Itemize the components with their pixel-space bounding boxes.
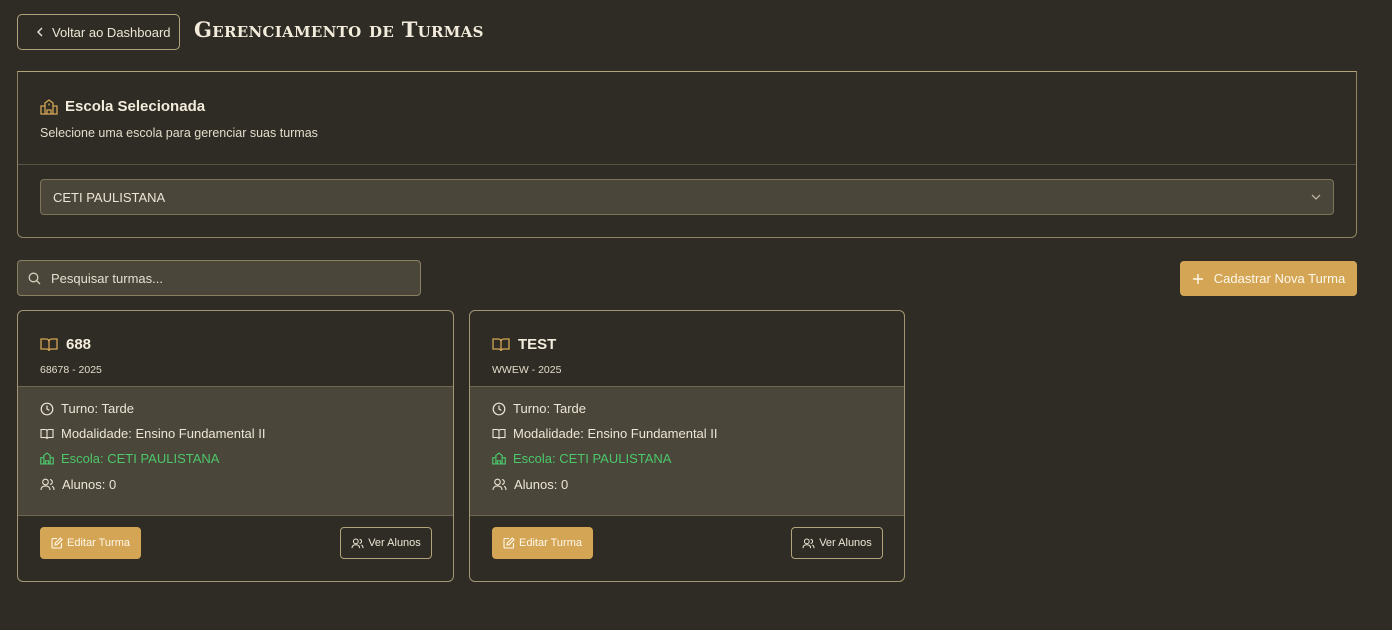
class-students-text: Alunos: 0 [62,477,117,492]
class-details: Turno: Tarde Modalidade: Ensino Fundamen… [470,386,904,516]
search-field[interactable] [17,260,421,296]
clock-icon [40,402,54,416]
plus-icon [1192,273,1204,285]
users-icon [492,478,507,491]
edit-class-label: Editar Turma [519,537,582,549]
page-title: Gerenciamento de Turmas [194,17,484,42]
school-icon [40,98,58,115]
users-icon [351,538,364,549]
view-students-label: Ver Alunos [368,537,421,549]
class-students-text: Alunos: 0 [514,477,569,492]
class-modality-text: Modalidade: Ensino Fundamental II [513,426,718,441]
edit-class-button[interactable]: Editar Turma [40,527,141,559]
clock-icon [492,402,506,416]
add-class-button[interactable]: Cadastrar Nova Turma [1180,261,1357,296]
users-icon [40,478,55,491]
book-icon [40,428,54,440]
class-code: 68678 - 2025 [40,364,102,376]
school-selection-card: Escola Selecionada Selecione uma escola … [17,71,1357,238]
class-name: 688 [66,336,92,353]
class-card-header: 688 68678 - 2025 [18,311,453,386]
class-students: Alunos: 0 [40,477,116,492]
class-shift: Turno: Tarde [492,401,586,416]
class-shift: Turno: Tarde [40,401,134,416]
school-select[interactable]: CETI PAULISTANA [40,179,1334,215]
back-to-dashboard-button[interactable]: Voltar ao Dashboard [17,14,180,50]
class-school: Escola: CETI PAULISTANA [492,451,671,466]
view-students-button[interactable]: Ver Alunos [340,527,432,559]
class-modality: Modalidade: Ensino Fundamental II [40,426,266,441]
school-icon [492,452,506,465]
school-select-value: CETI PAULISTANA [53,189,166,205]
chevron-down-icon [1311,193,1321,201]
search-icon [28,272,41,285]
edit-class-button[interactable]: Editar Turma [492,527,593,559]
class-shift-text: Turno: Tarde [61,401,134,416]
view-students-label: Ver Alunos [819,537,872,549]
class-school-text: Escola: CETI PAULISTANA [513,451,672,466]
class-school: Escola: CETI PAULISTANA [40,451,219,466]
class-name: TEST [518,336,557,353]
chevron-left-icon [36,27,44,37]
users-icon [802,538,815,549]
divider [18,164,1356,165]
class-card-header: TEST WWEW - 2025 [470,311,904,386]
add-class-label: Cadastrar Nova Turma [1213,271,1346,286]
class-card: TEST WWEW - 2025 Turno: Tarde Modalidade… [469,310,905,582]
class-card: 688 68678 - 2025 Turno: Tarde Modalidade… [17,310,454,582]
class-code: WWEW - 2025 [492,364,562,376]
class-modality-text: Modalidade: Ensino Fundamental II [61,426,266,441]
school-card-subtitle: Selecione uma escola para gerenciar suas… [40,126,318,140]
edit-class-label: Editar Turma [67,537,130,549]
edit-icon [503,537,515,549]
class-details: Turno: Tarde Modalidade: Ensino Fundamen… [18,386,453,516]
view-students-button[interactable]: Ver Alunos [791,527,883,559]
book-open-icon [40,337,58,352]
class-students: Alunos: 0 [492,477,568,492]
class-shift-text: Turno: Tarde [513,401,586,416]
edit-icon [51,537,63,549]
search-input[interactable] [51,270,391,286]
book-open-icon [492,337,510,352]
book-icon [492,428,506,440]
school-icon [40,452,54,465]
class-modality: Modalidade: Ensino Fundamental II [492,426,718,441]
back-button-label: Voltar ao Dashboard [52,24,171,40]
class-school-text: Escola: CETI PAULISTANA [61,451,220,466]
school-card-header: Escola Selecionada [40,98,205,115]
school-card-title: Escola Selecionada [65,98,206,115]
